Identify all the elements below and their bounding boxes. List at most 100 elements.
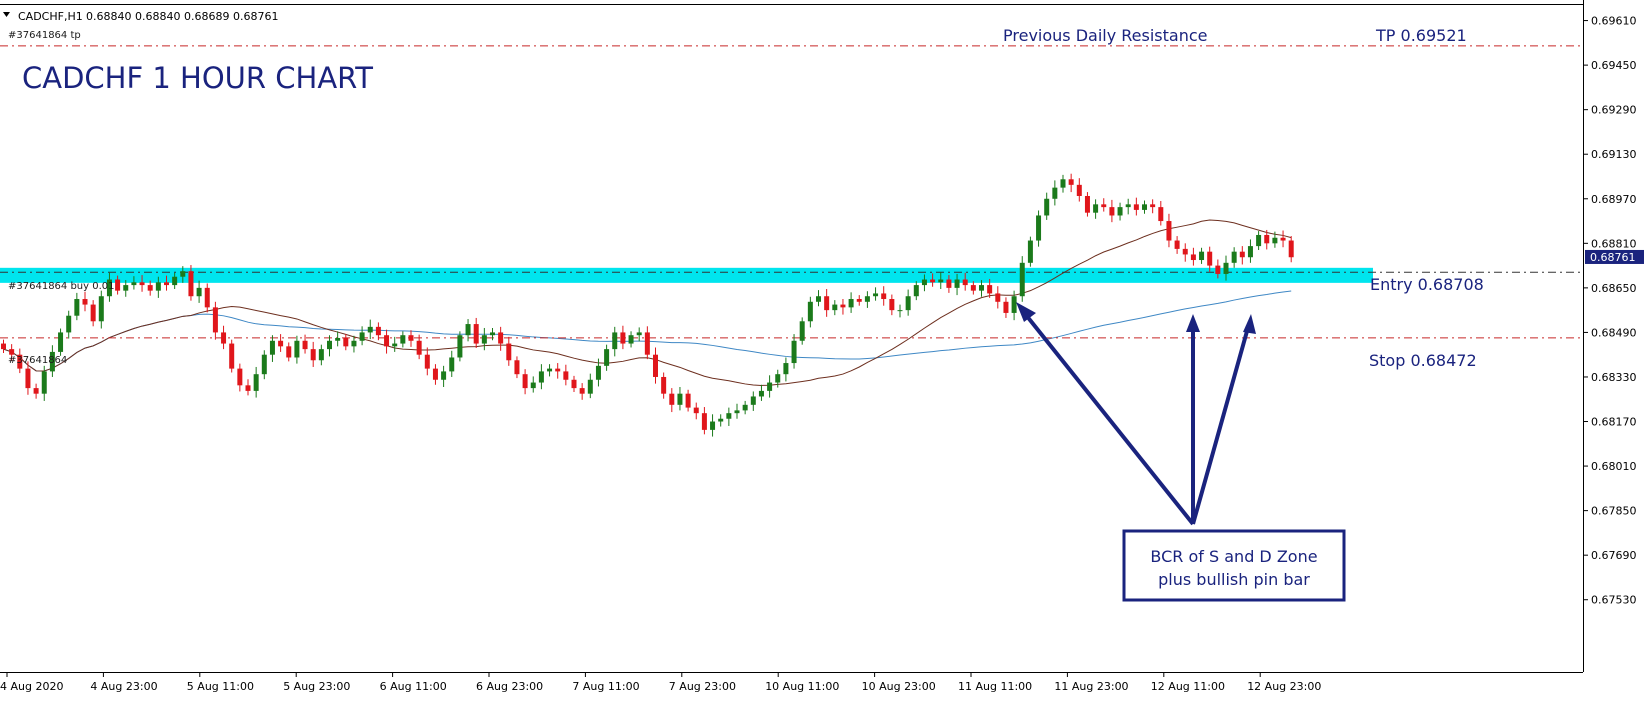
candle-body bbox=[1076, 184, 1082, 196]
time-tick-label: 11 Aug 23:00 bbox=[1054, 680, 1128, 693]
candle-body bbox=[979, 285, 984, 291]
price-tick-label: 0.68490 bbox=[1591, 326, 1637, 339]
candle-body bbox=[938, 279, 944, 283]
candle-body bbox=[571, 379, 577, 389]
candle-body bbox=[1150, 204, 1156, 208]
candle-body bbox=[164, 282, 169, 286]
candle-body bbox=[449, 357, 455, 372]
candle-body bbox=[367, 326, 373, 333]
candle-body bbox=[538, 371, 544, 383]
candle-body bbox=[758, 390, 764, 397]
candle-body bbox=[612, 332, 618, 350]
candle-body bbox=[587, 379, 593, 394]
candle-body bbox=[1, 343, 6, 350]
candle-body bbox=[1011, 296, 1017, 313]
time-tick-label: 11 Aug 11:00 bbox=[958, 680, 1032, 693]
candle-body bbox=[147, 285, 153, 291]
candle-body bbox=[1044, 198, 1050, 216]
candle-body bbox=[115, 279, 121, 291]
candle-body bbox=[1142, 204, 1147, 210]
buy-order-tag: #37641864 buy 0.01 bbox=[8, 281, 115, 292]
candle-body bbox=[41, 371, 47, 394]
candle-body bbox=[261, 354, 267, 375]
candle-body bbox=[1068, 179, 1074, 185]
candle-body bbox=[889, 299, 895, 311]
candle-body bbox=[90, 304, 96, 322]
candle-body bbox=[864, 296, 870, 302]
price-tick-label: 0.69610 bbox=[1591, 15, 1637, 28]
candle-body bbox=[66, 315, 72, 333]
price-tick-label: 0.69290 bbox=[1591, 104, 1637, 117]
candle-body bbox=[82, 299, 88, 305]
candle-body bbox=[555, 368, 561, 372]
candle-body bbox=[253, 374, 259, 391]
candle-body bbox=[604, 349, 610, 366]
candle-body bbox=[229, 343, 235, 369]
candle-body bbox=[661, 376, 667, 394]
candle-body bbox=[302, 340, 308, 350]
demand-zone[interactable] bbox=[0, 267, 1373, 283]
candle-body bbox=[620, 332, 626, 344]
candle-body bbox=[579, 388, 585, 394]
ohlc-readout: 0.68840 0.68840 0.68689 0.68761 bbox=[86, 10, 278, 23]
candle-body bbox=[1036, 215, 1042, 241]
symbol-label: CADCHF,H1 bbox=[18, 10, 83, 23]
candle-body bbox=[685, 393, 691, 408]
candle-body bbox=[962, 279, 968, 286]
candle-body bbox=[718, 418, 724, 422]
candle-body bbox=[1182, 248, 1188, 255]
candle-body bbox=[954, 279, 960, 288]
tp-order-tag: #37641864 tp bbox=[8, 30, 81, 41]
candle-body bbox=[677, 393, 683, 405]
candle-body bbox=[432, 368, 438, 380]
candle-body bbox=[767, 382, 773, 391]
candle-body bbox=[204, 287, 210, 308]
candle-body bbox=[653, 354, 658, 377]
price-tick-label: 0.68650 bbox=[1591, 282, 1637, 295]
time-tick-label: 6 Aug 11:00 bbox=[380, 680, 447, 693]
candle-body bbox=[848, 299, 854, 308]
candle-body bbox=[636, 332, 642, 336]
candle-body bbox=[155, 282, 161, 291]
candle-body bbox=[286, 346, 292, 358]
sl-order-tag: #37641864 bbox=[8, 355, 67, 366]
candle-body bbox=[1060, 179, 1066, 188]
stop-label: Stop 0.68472 bbox=[1369, 351, 1477, 370]
candle-body bbox=[74, 299, 80, 316]
candle-body bbox=[807, 301, 813, 322]
time-tick-label: 4 Aug 2020 bbox=[0, 680, 63, 693]
time-tick-label: 7 Aug 23:00 bbox=[669, 680, 736, 693]
price-tick-label: 0.69130 bbox=[1591, 148, 1637, 161]
candle-body bbox=[1003, 301, 1009, 313]
time-tick-label: 4 Aug 23:00 bbox=[90, 680, 157, 693]
candle-body bbox=[905, 296, 911, 311]
candle-body bbox=[131, 282, 137, 286]
candle-body bbox=[212, 307, 218, 333]
current-price-label: 0.68761 bbox=[1590, 251, 1636, 264]
price-tick-label: 0.69450 bbox=[1591, 59, 1637, 72]
candle-body bbox=[172, 276, 178, 286]
candle-body bbox=[400, 335, 406, 344]
candle-body bbox=[710, 421, 716, 430]
candle-body bbox=[1207, 251, 1213, 266]
candle-body bbox=[628, 335, 634, 344]
candle-body bbox=[490, 332, 495, 336]
candle-body bbox=[1133, 204, 1139, 210]
price-chart[interactable]: CADCHF,H1 0.68840 0.68840 0.68689 0.6876… bbox=[0, 0, 1648, 704]
candle-body bbox=[750, 396, 756, 405]
candle-body bbox=[180, 271, 186, 277]
candle-body bbox=[424, 354, 430, 369]
candle-body bbox=[506, 343, 512, 361]
candle-body bbox=[351, 340, 357, 347]
time-tick-label: 5 Aug 23:00 bbox=[283, 680, 350, 693]
candle-body bbox=[318, 349, 324, 361]
candle-body bbox=[1052, 187, 1058, 199]
time-tick-label: 6 Aug 23:00 bbox=[476, 680, 543, 693]
candle-body bbox=[856, 299, 862, 302]
candle-body bbox=[701, 413, 707, 430]
candle-body bbox=[294, 340, 300, 358]
candle-body bbox=[1215, 265, 1221, 274]
candle-body bbox=[1101, 204, 1107, 208]
candle-body bbox=[33, 388, 39, 394]
candle-body bbox=[1027, 240, 1033, 263]
